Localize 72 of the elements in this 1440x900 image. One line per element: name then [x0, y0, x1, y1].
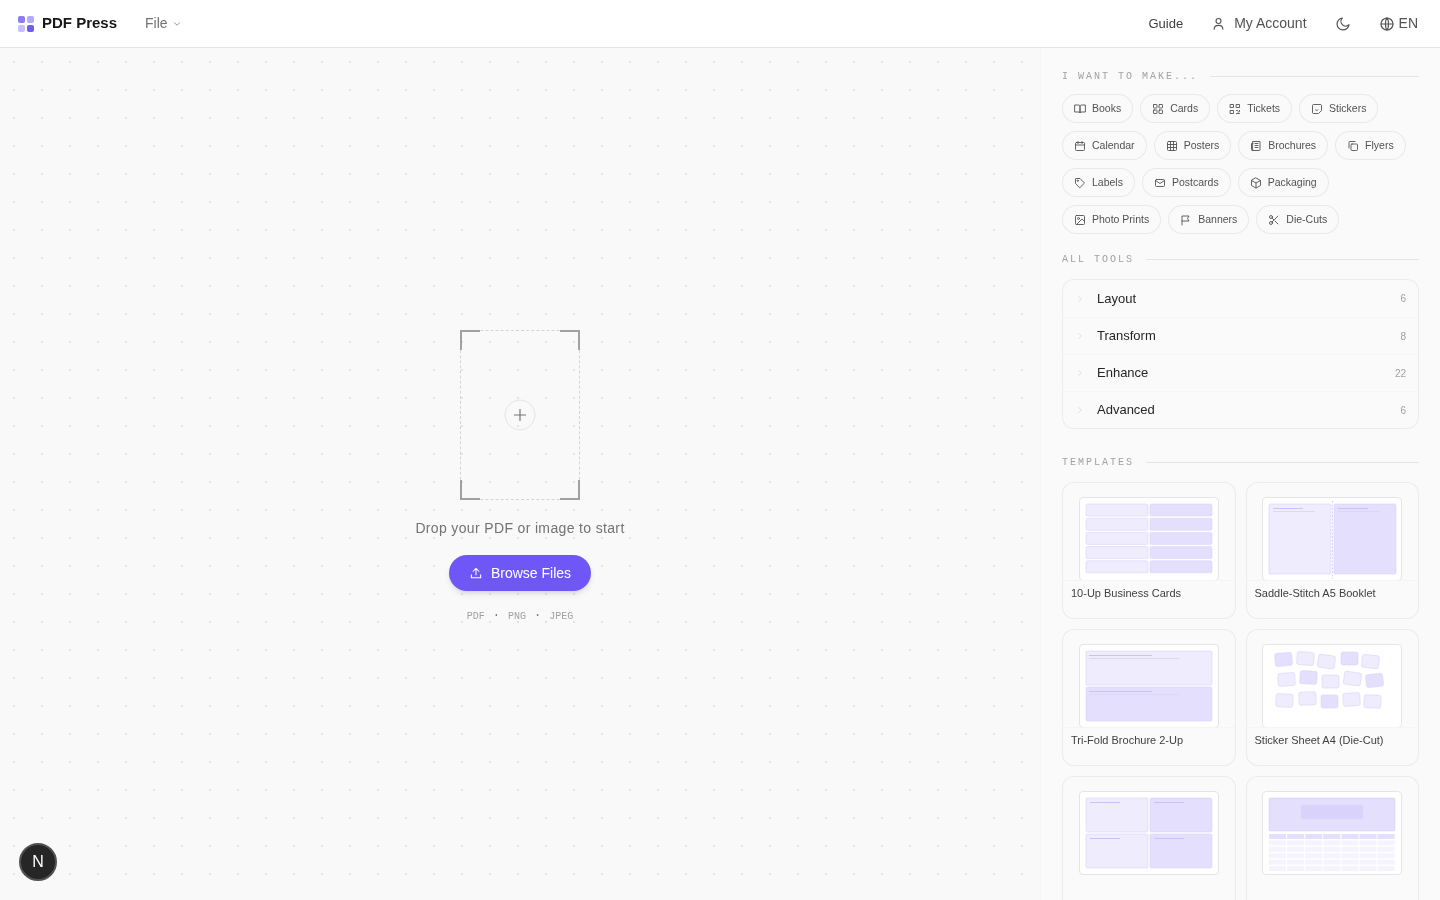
item-count: 6 [1400, 403, 1406, 418]
item-count: 22 [1394, 366, 1406, 381]
item-count: 8 [1400, 329, 1406, 344]
section-heading: ALL TOOLS [1062, 253, 1134, 267]
category-chip[interactable]: Photo Prints [1062, 205, 1162, 234]
template-card[interactable]: 10-Up Business Cards [1062, 482, 1236, 619]
language-button[interactable]: EN [1378, 13, 1418, 34]
image-icon [1074, 213, 1086, 226]
table-icon [1165, 139, 1178, 152]
sticker-icon [1311, 102, 1324, 115]
drop-area[interactable] [460, 330, 580, 500]
book-icon [1074, 102, 1086, 115]
category-chip[interactable]: Posters [1153, 131, 1232, 160]
category-chip[interactable]: Labels [1062, 168, 1135, 197]
file-menu[interactable]: File [145, 13, 182, 34]
category-chip[interactable]: Calendar [1062, 131, 1147, 160]
template-card[interactable]: Tri-Fold Brochure 2-Up [1062, 629, 1236, 766]
section-heading: I WANT TO MAKE... [1062, 70, 1199, 84]
app-name: PDF Press [42, 13, 118, 34]
tool-group-row[interactable]: Advanced 6 [1063, 391, 1418, 428]
globe-icon [1378, 15, 1395, 32]
floating-action-button[interactable]: N [19, 843, 57, 881]
template-card[interactable]: Saddle-Stitch A5 Booklet [1245, 482, 1419, 619]
category-chip[interactable]: Flyers [1335, 131, 1406, 160]
corner-mark [460, 480, 480, 500]
grid-icon [1152, 102, 1165, 115]
template-card[interactable] [1245, 776, 1419, 900]
category-chip[interactable]: Postcards [1141, 168, 1231, 197]
plus-icon [504, 399, 536, 431]
category-chip[interactable]: Banners [1168, 205, 1250, 234]
category-chip[interactable]: Die-Cuts [1256, 205, 1340, 234]
tool-group-row[interactable]: Layout 6 [1063, 280, 1418, 317]
tool-group-row[interactable]: Transform 8 [1063, 317, 1418, 354]
template-name: Sticker Sheet A4 (Die-Cut) [1246, 727, 1418, 749]
category-chip[interactable]: Packaging [1237, 168, 1329, 197]
separator-dot: · [534, 608, 542, 625]
category-chip[interactable]: Books [1062, 94, 1134, 123]
newspaper-icon [1250, 139, 1263, 152]
scissors-icon [1268, 213, 1281, 226]
qr-code-icon [1229, 102, 1242, 115]
corner-mark [460, 330, 480, 350]
category-chip[interactable]: Tickets [1217, 94, 1293, 123]
moon-icon [1334, 15, 1351, 32]
account-button[interactable]: My Account [1211, 13, 1307, 34]
template-card[interactable]: Sticker Sheet A4 (Die-Cut) [1245, 629, 1419, 766]
format-label: PDF [466, 609, 485, 624]
box-icon [1249, 176, 1262, 189]
calendar-icon [1074, 139, 1086, 152]
drop-prompt: Drop your PDF or image to start [415, 519, 625, 538]
tool-group-row[interactable]: Enhance 22 [1063, 354, 1418, 391]
category-chip[interactable]: Cards [1140, 94, 1211, 123]
logo-icon [18, 15, 34, 32]
template-name: Saddle-Stitch A5 Booklet [1246, 580, 1418, 602]
copy-icon [1347, 139, 1360, 152]
format-label: JPEG [549, 609, 574, 624]
guide-link[interactable]: Guide [1148, 13, 1184, 34]
category-chip[interactable]: Brochures [1238, 131, 1329, 160]
template-name: 10-Up Business Cards [1063, 580, 1235, 602]
template-card[interactable] [1062, 776, 1236, 900]
item-count: 6 [1400, 292, 1406, 306]
template-name: Tri-Fold Brochure 2-Up [1063, 727, 1235, 749]
envelope-icon [1153, 176, 1166, 189]
format-label: PNG [508, 609, 526, 624]
section-heading: TEMPLATES [1062, 456, 1134, 470]
upload-icon [468, 566, 483, 580]
corner-mark [560, 330, 580, 350]
corner-mark [560, 480, 580, 500]
browse-files-button[interactable]: Browse Files [448, 555, 592, 591]
tag-icon [1074, 176, 1086, 189]
theme-toggle-button[interactable] [1334, 15, 1351, 32]
separator-dot: · [492, 608, 500, 625]
category-chip[interactable]: Stickers [1299, 94, 1379, 123]
